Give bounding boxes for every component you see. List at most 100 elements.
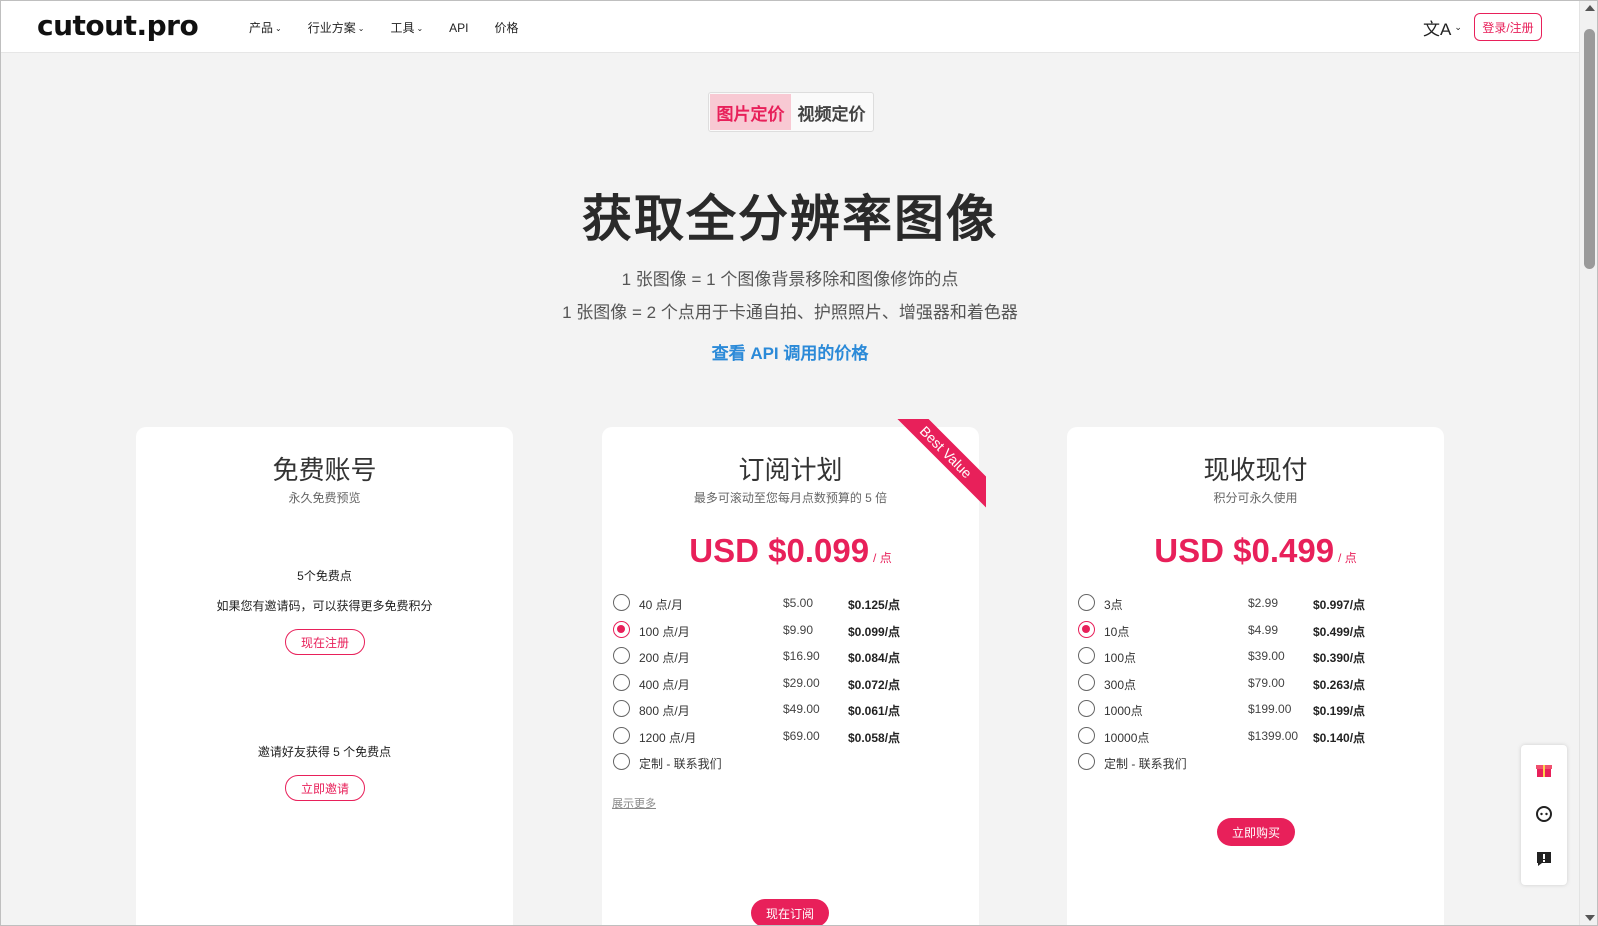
nav-solutions-label: 行业方案 [307, 21, 356, 35]
plan-unit-price: $0.263/点 [1313, 677, 1366, 692]
plan-option[interactable]: 3点 $2.99 $0.997/点 [1078, 592, 1408, 619]
pay-as-you-go-card: 现收现付 积分可永久使用 USD $0.499/ 点 3点 $2.99 $0.997… [1067, 427, 1444, 925]
plan-unit-price: $0.061/点 [848, 704, 901, 718]
radio-button[interactable] [613, 620, 630, 638]
plan-price: $4.99 [1248, 622, 1279, 637]
plan-unit-price: $0.140/点 [1313, 730, 1366, 745]
plan-option[interactable]: 40 点/月 $5.00 $0.125/点 [613, 592, 943, 619]
chevron-down-icon: ⌄ [416, 23, 424, 33]
credit-rule-1: 1 张图像 = 1 个图像背景移除和图像修饰的点 [621, 270, 959, 289]
plan-option[interactable]: 400 点/月 $29.00 $0.072/点 [613, 672, 943, 699]
plan-name: 100点 [1104, 651, 1137, 665]
plan-unit-price: $0.099/点 [848, 624, 901, 639]
radio-button[interactable] [613, 594, 630, 611]
nav-tools[interactable]: 工具 ⌄ [390, 19, 423, 36]
radio-button[interactable] [1078, 700, 1095, 717]
invite-code-text: 如果您有邀请码，可以获得更多免费积分 [216, 599, 433, 613]
chevron-down-icon: ⌄ [1454, 22, 1462, 32]
credit-rule-2: 1 张图像 = 2 个点用于卡通自拍、护照照片、增强器和着色器 [562, 303, 1018, 322]
scroll-up-arrow-icon[interactable] [1585, 5, 1595, 11]
plan-unit-price: $0.084/点 [848, 651, 901, 665]
plan-option[interactable]: 200 点/月 $16.90 $0.084/点 [613, 645, 943, 672]
radio-button[interactable] [1078, 620, 1095, 638]
nav-pricing[interactable]: 价格 [495, 19, 519, 36]
plan-name: 800 点/月 [639, 704, 690, 718]
show-more-link[interactable]: 展示更多 [612, 795, 656, 811]
radio-button[interactable] [613, 673, 630, 691]
plan-option[interactable]: 1200 点/月 $69.00 $0.058/点 [613, 725, 943, 752]
plan-price: $79.00 [1248, 675, 1285, 690]
plan-name: 10000点 [1104, 730, 1150, 745]
radio-button[interactable] [1078, 753, 1095, 770]
logo[interactable]: cutout.pro [37, 9, 199, 42]
plan-option[interactable]: 10点 $4.99 $0.499/点 [1078, 619, 1408, 646]
subscription-plan-list: 40 点/月 $5.00 $0.125/点 100 点/月 $9.90 $0.099/点… [613, 592, 943, 778]
browser-viewport: cutout.pro 产品 ⌄ 行业方案 ⌄ 工具 ⌄ API 价格 文A ⌄ [0, 0, 1598, 926]
plan-option[interactable]: 1000点 $199.00 $0.199/点 [1078, 698, 1408, 725]
support-icon[interactable] [1534, 804, 1554, 824]
top-navigation-bar: cutout.pro 产品 ⌄ 行业方案 ⌄ 工具 ⌄ API 价格 文A ⌄ [1, 1, 1579, 53]
plan-option[interactable]: 10000点 $1399.00 $0.140/点 [1078, 725, 1408, 752]
plan-price: $29.00 [783, 675, 820, 690]
plan-option[interactable]: 100点 $39.00 $0.390/点 [1078, 645, 1408, 672]
login-register-button[interactable]: 登录/注册 [1474, 13, 1542, 41]
plan-unit-price: $0.058/点 [848, 730, 901, 745]
plan-option[interactable]: 800 点/月 $49.00 $0.061/点 [613, 698, 943, 725]
plan-price: $16.90 [783, 649, 820, 663]
radio-button[interactable] [613, 700, 630, 717]
nav-pricing-label: 价格 [494, 21, 519, 35]
subscription-card: 订阅计划 最多可滚动至您每月点数预算的 5 倍 Best Value USD $… [602, 419, 986, 925]
invite-friends-text: 邀请好友获得 5 个免费点 [257, 745, 392, 759]
chevron-down-icon: ⌄ [275, 23, 282, 33]
radio-button[interactable] [1078, 647, 1095, 664]
radio-button[interactable] [613, 726, 630, 744]
radio-button[interactable] [1078, 726, 1095, 744]
free-points-text: 5个免费点 [297, 569, 352, 583]
plan-unit-price: $0.997/点 [1313, 598, 1366, 612]
card-title: 免费账号 [272, 455, 377, 485]
vertical-scrollbar[interactable] [1579, 1, 1597, 925]
nav-solutions[interactable]: 行业方案 ⌄ [308, 19, 365, 36]
plan-name: 10点 [1104, 624, 1130, 639]
subscribe-now-button[interactable]: 现在订阅 [751, 899, 829, 925]
translate-icon: 文A [1423, 20, 1452, 39]
main-nav: 产品 ⌄ 行业方案 ⌄ 工具 ⌄ API 价格 [249, 19, 519, 36]
price-value: USD $0.099 [689, 532, 870, 569]
plan-option[interactable]: 100 点/月 $9.90 $0.099/点 [613, 619, 943, 646]
plan-option[interactable]: 300点 $79.00 $0.263/点 [1078, 672, 1408, 699]
nav-api[interactable]: API [449, 19, 468, 36]
nav-products[interactable]: 产品 ⌄ [249, 19, 282, 36]
plan-name: 40 点/月 [639, 598, 684, 612]
paygo-plan-list: 3点 $2.99 $0.997/点 10点 $4.99 $0.499/点 100点 $39… [1078, 592, 1408, 778]
page-title: 获取全分辨率图像 [582, 191, 998, 247]
radio-button[interactable] [1078, 673, 1095, 691]
invite-now-button[interactable]: 立即邀请 [285, 775, 365, 801]
plan-unit-price: $0.499/点 [1313, 624, 1366, 639]
language-selector[interactable]: 文A ⌄ [1423, 15, 1462, 40]
radio-button[interactable] [613, 647, 630, 664]
radio-button[interactable] [613, 753, 630, 770]
plan-price: $1399.00 [1248, 728, 1299, 743]
register-now-button[interactable]: 现在注册 [285, 629, 365, 655]
scroll-down-arrow-icon[interactable] [1585, 915, 1595, 921]
card-subtitle: 积分可永久使用 [1213, 491, 1298, 505]
buy-now-button[interactable]: 立即购买 [1217, 818, 1295, 846]
plan-price: $9.90 [783, 622, 814, 637]
price-unit: / 点 [1338, 551, 1357, 565]
tab-video-pricing[interactable]: 视频定价 [791, 94, 872, 130]
plan-price: $5.00 [783, 596, 814, 610]
api-pricing-link[interactable]: 查看 API 调用的价格 [1, 339, 1579, 364]
nav-tools-label: 工具 [390, 21, 415, 35]
radio-button[interactable] [1078, 594, 1095, 611]
plan-name: 1000点 [1104, 704, 1143, 718]
scrollbar-thumb[interactable] [1584, 29, 1595, 269]
plan-name: 3点 [1104, 598, 1123, 612]
feedback-icon[interactable] [1534, 849, 1554, 869]
plan-option[interactable]: 定制 - 联系我们 [613, 751, 943, 778]
plan-name: 300点 [1104, 677, 1137, 692]
best-value-ribbon: Best Value [896, 419, 986, 509]
plan-option[interactable]: 定制 - 联系我们 [1078, 751, 1408, 778]
gift-icon[interactable] [1534, 759, 1554, 779]
tab-image-pricing[interactable]: 图片定价 [710, 94, 791, 130]
plan-price: $69.00 [783, 728, 820, 743]
